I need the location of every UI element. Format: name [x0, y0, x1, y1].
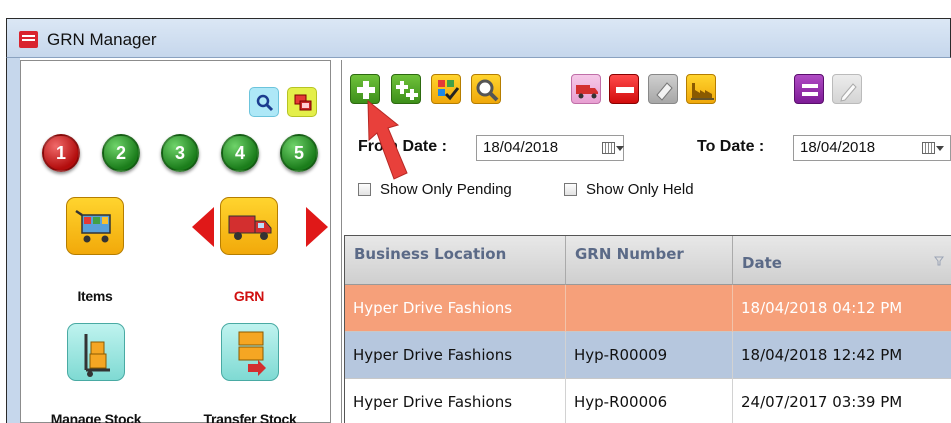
step-3-button[interactable]: 3	[161, 134, 199, 172]
minus-icon	[616, 87, 634, 93]
find-button[interactable]	[471, 74, 501, 104]
cart-app-icon	[19, 31, 38, 48]
magnifier-icon	[476, 79, 499, 102]
equals-button[interactable]	[794, 74, 824, 104]
column-header-date[interactable]: Date	[733, 236, 951, 285]
cell-business-location: Hyper Drive Fashions	[345, 379, 566, 423]
manage-stock-module-button[interactable]	[67, 323, 125, 381]
cell-business-location: Hyper Drive Fashions	[345, 285, 566, 332]
column-header-grn-number[interactable]: GRN Number	[566, 236, 733, 285]
items-module-button[interactable]	[66, 197, 124, 255]
manage-stock-module-label: Manage Stock	[50, 411, 142, 423]
equals-icon	[802, 84, 818, 96]
calendar-icon[interactable]	[602, 142, 615, 154]
delete-button[interactable]	[609, 74, 639, 104]
grn-grid: Business Location GRN Number Date Hyper …	[344, 235, 951, 423]
cell-date: 24/07/2017 03:39 PM	[741, 393, 903, 411]
transfer-boxes-icon	[238, 331, 266, 376]
chevron-down-icon[interactable]	[936, 146, 944, 151]
bulk-edit-button[interactable]	[431, 74, 461, 104]
title-bar: GRN Manager	[6, 18, 951, 58]
calendar-icon[interactable]	[922, 142, 935, 154]
transfer-stock-module-label: Transfer Stock	[203, 411, 297, 423]
factory-icon	[691, 83, 714, 100]
grn-module-button[interactable]	[220, 197, 278, 255]
left-navigation-panel: 1 2 3 4 5 Items GRN Manage Stock Transfe…	[20, 60, 331, 423]
to-date-input[interactable]	[800, 139, 900, 156]
filter-icon[interactable]	[934, 256, 944, 266]
items-module-label: Items	[77, 288, 113, 304]
eraser-icon	[656, 82, 673, 101]
windows-icon	[294, 94, 312, 111]
table-row[interactable]: Hyper Drive Fashions Hyp-R00006 24/07/20…	[345, 379, 951, 423]
hand-trolley-icon	[84, 334, 110, 377]
factory-button[interactable]	[686, 74, 716, 104]
cell-date: 18/04/2018 04:12 PM	[741, 299, 903, 317]
from-date-picker[interactable]	[476, 135, 624, 161]
show-only-held-label: Show Only Held	[586, 181, 694, 198]
from-date-input[interactable]	[483, 139, 583, 156]
cell-business-location: Hyper Drive Fashions	[345, 332, 566, 379]
search-button[interactable]	[249, 87, 279, 117]
chevron-down-icon[interactable]	[616, 146, 624, 151]
to-date-picker[interactable]	[793, 135, 951, 161]
step-1-button[interactable]: 1	[42, 134, 80, 172]
check-items-icon	[438, 80, 460, 101]
column-header-date-label: Date	[742, 254, 782, 272]
edit-button[interactable]	[832, 74, 862, 104]
erase-button[interactable]	[648, 74, 678, 104]
table-row[interactable]: Hyper Drive Fashions Hyp-R00009 18/04/20…	[345, 332, 951, 379]
column-header-business-location[interactable]: Business Location	[345, 236, 566, 285]
pointer-arrow-annotation	[367, 99, 408, 180]
step-5-button[interactable]: 5	[280, 134, 318, 172]
grn-module-label: GRN	[233, 288, 265, 304]
window-title: GRN Manager	[47, 30, 157, 49]
shopping-cart-icon	[75, 209, 111, 243]
search-icon	[256, 94, 274, 112]
pencil-icon	[840, 83, 857, 102]
transfer-stock-module-button[interactable]	[221, 323, 279, 381]
next-module-arrow[interactable]	[306, 207, 328, 247]
cell-date: 18/04/2018 12:42 PM	[741, 346, 903, 364]
switch-window-button[interactable]	[287, 87, 317, 117]
delivery-truck-icon	[228, 215, 272, 240]
cell-grn-number: Hyp-R00009	[566, 332, 733, 379]
step-2-button[interactable]: 2	[102, 134, 140, 172]
cell-grn-number	[566, 285, 733, 332]
table-row[interactable]: Hyper Drive Fashions 18/04/2018 04:12 PM	[345, 285, 951, 332]
to-date-label: To Date :	[697, 138, 765, 155]
previous-module-arrow[interactable]	[192, 207, 214, 247]
window-frame-left	[6, 58, 20, 423]
delivery-button[interactable]	[571, 74, 601, 104]
step-4-button[interactable]: 4	[221, 134, 259, 172]
show-only-held-checkbox[interactable]	[564, 183, 577, 196]
cell-grn-number: Hyp-R00006	[566, 379, 733, 423]
truck-icon	[576, 85, 598, 99]
grn-manager-window: GRN Manager 1 2 3 4 5 Items GRN Manage S…	[0, 0, 951, 423]
